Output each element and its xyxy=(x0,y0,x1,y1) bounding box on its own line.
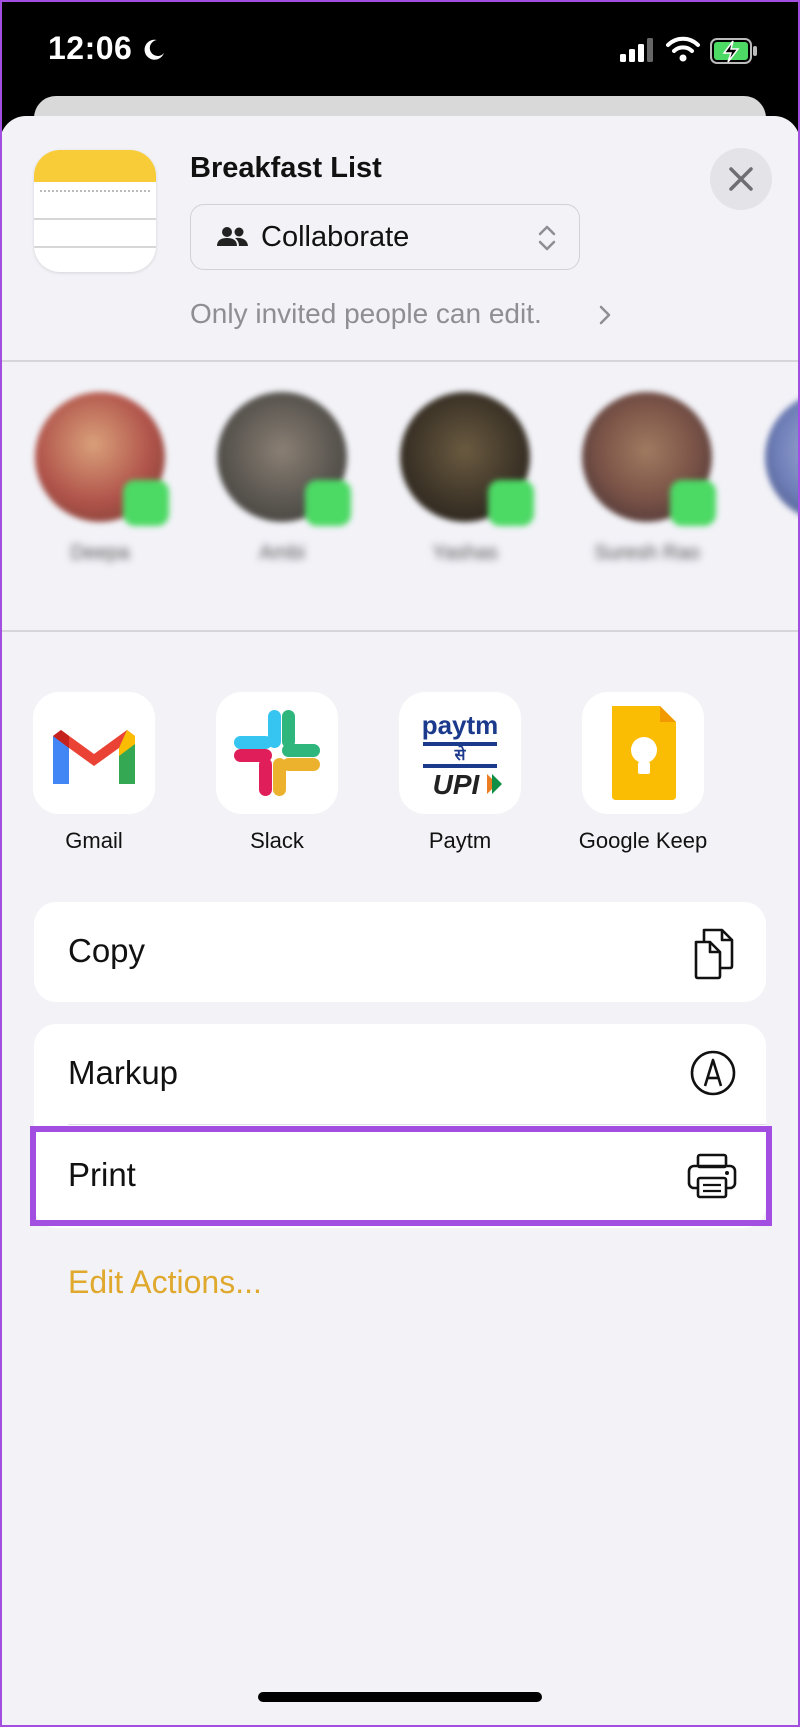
battery-charging-icon xyxy=(710,38,757,64)
avatar xyxy=(765,392,800,522)
app-label: Paytm xyxy=(428,828,492,853)
messages-badge-icon xyxy=(670,480,716,526)
messages-badge-icon xyxy=(123,480,169,526)
contact-name: Ambi xyxy=(259,542,305,564)
status-bar: 12:06 xyxy=(0,0,800,100)
contact-name: Deepa xyxy=(70,542,130,564)
collaborate-selector[interactable]: Collaborate xyxy=(190,204,580,270)
contact-name: Suresh Rao xyxy=(594,542,700,564)
markup-action[interactable]: Markup xyxy=(34,1024,766,1124)
markup-icon xyxy=(690,1050,736,1096)
people-icon xyxy=(217,227,248,246)
messages-badge-icon xyxy=(488,480,534,526)
upi-logo-text: UPI xyxy=(433,769,481,800)
print-highlight-box xyxy=(30,1126,772,1226)
cellular-signal-icon xyxy=(620,38,653,62)
app-label: Slack xyxy=(250,828,304,853)
google-keep-icon xyxy=(582,692,704,814)
share-sheet: Breakfast List Collaborate Only invited … xyxy=(0,116,800,1727)
document-title: Breakfast List xyxy=(190,152,382,184)
contact-name: Yashas xyxy=(432,542,498,564)
close-button[interactable] xyxy=(710,148,772,210)
gmail-icon xyxy=(33,692,155,814)
copy-action[interactable]: Copy xyxy=(34,902,766,1002)
messages-badge-icon xyxy=(305,480,351,526)
paytm-hindi-text: से xyxy=(454,745,467,764)
app-label: Gmail xyxy=(65,828,123,853)
contacts-row: Deepa Ambi Yashas Suresh Rao Pa xyxy=(0,362,800,630)
status-time: 12:06 xyxy=(48,30,133,66)
copy-label: Copy xyxy=(68,932,146,969)
moon-icon xyxy=(144,39,164,60)
markup-label: Markup xyxy=(68,1054,179,1091)
home-indicator xyxy=(258,1692,542,1702)
edit-actions-link[interactable]: Edit Actions... xyxy=(68,1264,262,1301)
row-separator xyxy=(68,1124,766,1125)
apps-row: Gmail Slack paytm से UPI Paytm Google Ke… xyxy=(0,632,800,872)
chevron-right-icon xyxy=(599,305,611,325)
copy-icon xyxy=(694,928,734,980)
paytm-logo-text: paytm xyxy=(422,710,499,740)
app-label: Google Keep xyxy=(578,828,708,853)
wifi-icon xyxy=(666,36,700,62)
contact-name: Pa xyxy=(745,542,800,565)
notes-app-icon xyxy=(34,150,156,272)
collaborate-label: Collaborate xyxy=(261,221,410,253)
slack-icon xyxy=(216,692,338,814)
close-icon xyxy=(729,167,753,191)
paytm-icon: paytm से UPI xyxy=(399,692,521,814)
chevron-up-down-icon xyxy=(538,225,556,251)
copy-group: Copy xyxy=(34,902,766,1002)
permission-text[interactable]: Only invited people can edit. xyxy=(190,298,542,330)
share-header: Breakfast List Collaborate Only invited … xyxy=(0,116,800,361)
